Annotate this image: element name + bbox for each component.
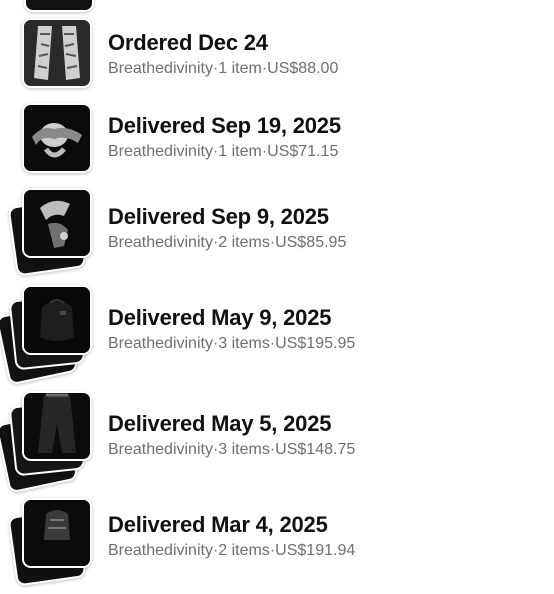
order-status-title: Delivered Sep 9, 2025: [108, 204, 329, 229]
order-summary: Breathedivinity·3 items·US$195.95: [108, 335, 356, 352]
product-thumbnail-stack: [0, 391, 100, 494]
order-summary: Breathedivinity·3 items·US$148.75: [108, 441, 356, 458]
order-row[interactable]: Delivered Sep 19, 2025 Breathedivinity·1…: [0, 103, 554, 199]
order-status-title: Ordered Dec 24: [108, 30, 268, 55]
product-thumbnail-partial[interactable]: [24, 0, 94, 12]
order-status-title: Delivered May 9, 2025: [108, 305, 332, 330]
product-thumbnail-stack: [0, 498, 100, 594]
order-summary: Breathedivinity·2 items·US$191.94: [108, 542, 356, 559]
order-status-title: Delivered Mar 4, 2025: [108, 512, 328, 537]
product-thumbnail: [22, 285, 92, 355]
product-thumbnail-stack: [0, 103, 100, 199]
order-row[interactable]: Delivered May 9, 2025 Breathedivinity·3 …: [0, 285, 554, 386]
order-summary: Breathedivinity·1 item·US$88.00: [108, 60, 339, 77]
product-thumbnail: [22, 498, 92, 568]
order-summary: Breathedivinity·1 item·US$71.15: [108, 143, 339, 160]
order-row[interactable]: Ordered Dec 24 Breathedivinity·1 item·US…: [0, 16, 554, 112]
order-status-title: Delivered Sep 19, 2025: [108, 113, 341, 138]
product-thumbnail-stack: [0, 16, 100, 112]
order-row[interactable]: Delivered Mar 4, 2025 Breathedivinity·2 …: [0, 498, 554, 594]
product-thumbnail: [22, 103, 92, 173]
product-thumbnail: [22, 188, 92, 258]
order-status-title: Delivered May 5, 2025: [108, 411, 332, 436]
product-thumbnail: [22, 18, 92, 88]
order-summary: Breathedivinity·2 items·US$85.95: [108, 234, 347, 251]
product-thumbnail: [22, 391, 92, 461]
product-thumbnail-stack: [0, 285, 100, 386]
order-row[interactable]: Delivered Sep 9, 2025 Breathedivinity·2 …: [0, 188, 554, 284]
order-row[interactable]: Delivered May 5, 2025 Breathedivinity·3 …: [0, 391, 554, 494]
product-thumbnail-stack: [0, 188, 100, 284]
